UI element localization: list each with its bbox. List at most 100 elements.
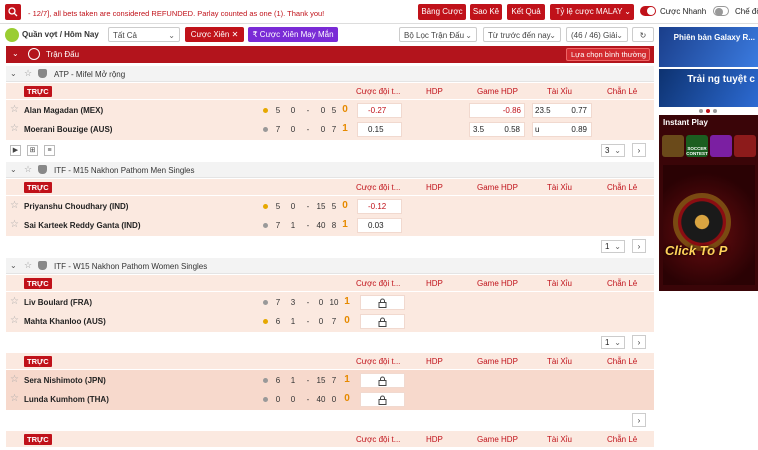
refresh-button[interactable]: ↻ (632, 27, 654, 42)
star-icon[interactable]: ☆ (10, 219, 19, 230)
odds-type-dropdown[interactable]: Tỷ lệ cược MALAY ⌄ (550, 4, 634, 20)
league-header[interactable]: ⌄ ☆ ITF - M15 Nakhon Pathom Men Singles (6, 162, 654, 178)
view-mode-dropdown[interactable]: Lựa chọn bình thường (566, 48, 650, 61)
star-icon[interactable]: ☆ (10, 104, 19, 115)
col-over-under: Tài Xỉu (547, 279, 572, 288)
league-filter-dropdown[interactable]: Bộ Lọc Trận Đấu ⌄ (399, 27, 477, 42)
more-markets-dropdown[interactable]: 1 ⌄ (601, 240, 625, 253)
col-hdp: HDP (426, 357, 443, 366)
col-odd-even: Chẵn Lẻ (607, 279, 638, 288)
carousel-dot[interactable] (706, 109, 710, 113)
col-over-under: Tài Xỉu (547, 183, 572, 192)
quick-bet-toggle[interactable] (640, 6, 656, 16)
col-odd-even: Chẵn Lẻ (607, 357, 638, 366)
lock-icon (378, 317, 387, 327)
game-tile[interactable] (662, 135, 684, 157)
live-stream-icon[interactable]: ▶ (10, 145, 21, 156)
filter-bar: Quần vợt / Hôm Nay Tất Cả ⌄ Cược Xiên ✕ ₹… (0, 25, 655, 44)
odds-type-label: Tỷ lệ cược MALAY (555, 7, 623, 16)
games-won: 1 (344, 296, 350, 307)
match-row: ☆ Priyanshu Choudhary (IND) 5 0 - 15 5 0… (6, 196, 654, 236)
score-sep: - (306, 202, 310, 211)
promo-ad-banner[interactable]: Trải ng tuyệt c (659, 69, 758, 107)
col-over-under: Tài Xỉu (547, 435, 572, 444)
league-name: ITF - M15 Nakhon Pathom Men Singles (54, 166, 195, 175)
serve-indicator-icon (263, 108, 268, 113)
col-hdp: HDP (426, 435, 443, 444)
match-list-header: ⌄ Trận Đấu Lựa chọn bình thường (6, 46, 654, 63)
league-name: ITF - W15 Nakhon Pathom Women Singles (54, 262, 208, 271)
star-icon[interactable]: ☆ (10, 296, 19, 307)
odds-cell[interactable]: -0.12 (357, 199, 402, 214)
match-row: ☆ Alan Magadan (MEX) 5 0 - 0 5 0 -0.27 -… (6, 100, 654, 140)
chevron-down-icon[interactable]: ⌄ (10, 261, 17, 270)
parlay-button[interactable]: Cược Xiên ✕ (185, 27, 244, 42)
league-name: ATP - Mifel Mở rộng (54, 70, 126, 79)
chevron-down-icon[interactable]: ⌄ (12, 49, 19, 58)
results-button[interactable]: Kết Quả (507, 4, 545, 20)
score-point: 0 (318, 317, 324, 326)
sort-dropdown[interactable]: Từ trước đến nay ⌄ (483, 27, 561, 42)
all-filter-dropdown[interactable]: Tất Cả ⌄ (108, 27, 180, 42)
statement-button[interactable]: Bảng Cược (418, 4, 466, 20)
game-tile[interactable] (710, 135, 732, 157)
games-won: 0 (342, 104, 348, 115)
galaxy-ad-text: Phiên bản Galaxy R... (673, 33, 755, 42)
roulette-ad[interactable]: Click To P (663, 165, 755, 285)
chevron-down-icon[interactable]: ⌄ (10, 69, 17, 78)
game-hdp-cell[interactable]: 3.5 0.58 (469, 122, 525, 137)
star-icon[interactable]: ☆ (10, 374, 19, 385)
chevron-down-icon: ⌄ (465, 31, 472, 40)
player-name: Alan Magadan (MEX) (24, 106, 104, 115)
chevron-down-icon: ⌄ (624, 7, 631, 16)
star-icon[interactable]: ☆ (24, 260, 32, 271)
more-markets-dropdown[interactable]: 3 ⌄ (601, 144, 625, 157)
star-icon[interactable]: ☆ (10, 315, 19, 326)
serve-indicator-icon (263, 204, 268, 209)
star-icon[interactable]: ☆ (10, 123, 19, 134)
expand-arrow-button[interactable]: › (632, 413, 646, 427)
star-icon[interactable]: ☆ (24, 68, 32, 79)
league-header[interactable]: ⌄ ☆ ATP - Mifel Mở rộng (6, 66, 654, 82)
chevron-down-icon[interactable]: ⌄ (10, 165, 17, 174)
more-markets-dropdown[interactable]: 1 ⌄ (601, 336, 625, 349)
chevron-down-icon: ⌄ (614, 242, 621, 251)
star-icon[interactable]: ☆ (10, 200, 19, 211)
game-hdp-line: 3.5 (473, 125, 485, 134)
odds-cell[interactable]: 0.15 (357, 122, 402, 137)
odds-cell[interactable]: 0.03 (357, 218, 402, 233)
lock-icon (378, 395, 387, 405)
expand-arrow-button[interactable]: › (632, 143, 646, 157)
col-game-hdp: Game HDP (477, 357, 518, 366)
ou-cell[interactable]: 23.5 0.77 (532, 103, 592, 118)
ou-cell[interactable]: u 0.89 (532, 122, 592, 137)
odds-cell[interactable]: -0.27 (357, 103, 402, 118)
lucky-parlay-button[interactable]: ₹ Cược Xiên May Mắn (248, 27, 338, 42)
instant-play-panel: Instant Play SOCCER CONTEST Click To P (659, 115, 758, 291)
column-header: TRỰC Cược đội t... HDP Game HDP Tài Xỉu … (6, 275, 654, 291)
search-button[interactable] (5, 4, 21, 20)
star-icon[interactable]: ☆ (10, 393, 19, 404)
more-markets-count: 3 (605, 146, 610, 155)
galaxy-ad-banner[interactable]: Phiên bản Galaxy R... (659, 27, 758, 67)
search-icon (8, 7, 18, 17)
scoreboard-icon[interactable]: ⊞ (27, 145, 38, 156)
history-button[interactable]: Sao Kê (470, 4, 502, 20)
mode-toggle[interactable] (713, 6, 729, 16)
stats-icon[interactable]: ≡ (44, 145, 55, 156)
league-header[interactable]: ⌄ ☆ ITF - W15 Nakhon Pathom Women Single… (6, 258, 654, 274)
game-tile[interactable]: SOCCER CONTEST (686, 135, 708, 157)
match-row: ☆ Liv Boulard (FRA) 7 3 - 0 10 1 ☆ Mahta… (6, 292, 654, 332)
col-handicap-ft: Cược đội t... (356, 87, 401, 96)
expand-arrow-button[interactable]: › (632, 239, 646, 253)
carousel-dot[interactable] (713, 109, 717, 113)
games-won: 1 (342, 219, 348, 230)
expand-arrow-button[interactable]: › (632, 335, 646, 349)
star-icon[interactable]: ☆ (24, 164, 32, 175)
game-tile[interactable] (734, 135, 756, 157)
game-hdp-cell[interactable]: -0.86 (469, 103, 525, 118)
carousel-dot[interactable] (699, 109, 703, 113)
league-count-dropdown[interactable]: (46 / 46) Giải ⌄ (566, 27, 628, 42)
col-handicap-ft: Cược đội t... (356, 357, 401, 366)
view-mode-label: Lựa chọn bình thường (571, 50, 647, 59)
